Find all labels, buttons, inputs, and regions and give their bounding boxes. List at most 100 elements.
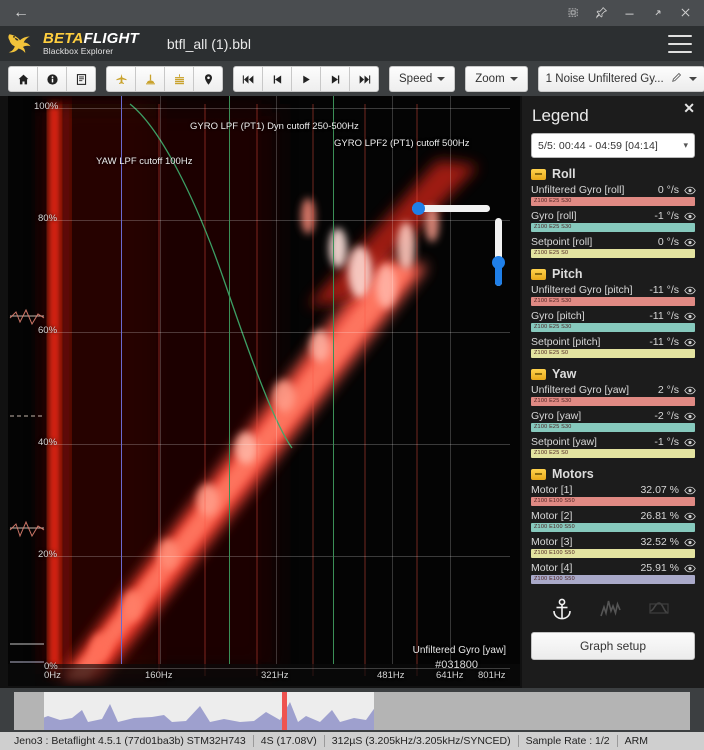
- eye-icon[interactable]: [684, 238, 696, 247]
- play-icon[interactable]: [291, 66, 321, 92]
- legend-series-row[interactable]: Unfiltered Gyro [yaw] 2 °/s Z100 E25 S30: [531, 384, 696, 406]
- legend-group-header[interactable]: Roll: [531, 167, 695, 181]
- pin-icon[interactable]: [594, 6, 608, 21]
- eye-icon[interactable]: [684, 386, 696, 395]
- legend-series-bar[interactable]: Z100 E25 S30: [531, 323, 695, 332]
- legend-series-bar[interactable]: Z100 E25 S0: [531, 249, 695, 258]
- noise-trace-icon[interactable]: [598, 597, 628, 623]
- log-range-dropdown[interactable]: 5/5: 00:44 - 04:59 [04:14] ▾: [531, 133, 695, 158]
- craft-icon[interactable]: [106, 66, 136, 92]
- legend-group-label: Yaw: [552, 367, 577, 381]
- log-icon[interactable]: [66, 66, 96, 92]
- legend-series-bar[interactable]: Z100 E100 S50: [531, 549, 695, 558]
- legend-series-header: Motor [2] 26.81 %: [531, 510, 696, 522]
- slider-knob[interactable]: [412, 202, 425, 215]
- maximize-icon[interactable]: [650, 6, 664, 21]
- eye-icon[interactable]: [684, 486, 696, 495]
- legend-series-label: Gyro [pitch]: [531, 310, 585, 322]
- legend-series-row[interactable]: Gyro [pitch] -11 °/s Z100 E25 S30: [531, 310, 696, 332]
- legend-series-bar[interactable]: Z100 E25 S0: [531, 349, 695, 358]
- back-arrow-icon[interactable]: ←: [10, 5, 32, 21]
- screenshot-icon[interactable]: [566, 6, 580, 21]
- legend-series-row[interactable]: Setpoint [pitch] -11 °/s Z100 E25 S0: [531, 336, 696, 358]
- spectrogram-canvas: [8, 96, 520, 686]
- graph-setup-button[interactable]: Graph setup: [531, 632, 695, 660]
- zoom-dropdown[interactable]: Zoom: [465, 66, 528, 92]
- legend-series-bar[interactable]: Z100 E25 S30: [531, 197, 695, 206]
- eye-icon[interactable]: [684, 186, 696, 195]
- legend-series-value: 0 °/s: [657, 236, 679, 248]
- smooth-trace-icon[interactable]: [647, 597, 677, 623]
- zoom-slider-horizontal[interactable]: [412, 202, 490, 215]
- legend-series-row[interactable]: Setpoint [yaw] -1 °/s Z100 E25 S0: [531, 436, 696, 458]
- legend-series-row[interactable]: Unfiltered Gyro [pitch] -11 °/s Z100 E25 S…: [531, 284, 696, 306]
- seek-start-icon[interactable]: [233, 66, 263, 92]
- brand-subtitle: Blackbox Explorer: [43, 46, 114, 57]
- legend-series-bar[interactable]: Z100 E25 S30: [531, 297, 695, 306]
- pencil-icon[interactable]: [671, 72, 682, 86]
- legend-group-header[interactable]: Yaw: [531, 367, 695, 381]
- legend-series-row[interactable]: Gyro [yaw] -2 °/s Z100 E25 S30: [531, 410, 696, 432]
- legend-series-bar[interactable]: Z100 E25 S30: [531, 397, 695, 406]
- legend-series-row[interactable]: Motor [1] 32.07 % Z100 E100 S50: [531, 484, 696, 506]
- eye-icon[interactable]: [684, 538, 696, 547]
- map-pin-icon[interactable]: [193, 66, 223, 92]
- collapse-toggle-icon[interactable]: [531, 268, 546, 280]
- anchor-icon[interactable]: [549, 597, 579, 623]
- legend-series-bar[interactable]: Z100 E25 S0: [531, 449, 695, 458]
- timeline-seekbar[interactable]: [0, 690, 704, 732]
- graph-preset-dropdown[interactable]: 1 Noise Unfiltered Gy...: [537, 66, 704, 92]
- speed-dropdown[interactable]: Speed: [389, 66, 456, 92]
- seek-playhead[interactable]: [282, 692, 287, 730]
- legend-series-bar[interactable]: Z100 E25 S30: [531, 423, 695, 432]
- bars-icon[interactable]: [164, 66, 194, 92]
- slider-knob[interactable]: [492, 256, 505, 269]
- spectrogram-chart[interactable]: 100% 80% 60% 40% 20% 0% YAW LPF cutoff 1…: [8, 96, 520, 686]
- close-icon[interactable]: ✕: [683, 101, 695, 115]
- legend-series-bar[interactable]: Z100 E100 S50: [531, 575, 695, 584]
- close-icon[interactable]: [678, 6, 692, 21]
- legend-series-row[interactable]: Motor [3] 32.52 % Z100 E100 S50: [531, 536, 696, 558]
- legend-series-header: Setpoint [yaw] -1 °/s: [531, 436, 696, 448]
- gridline-40: [46, 444, 510, 445]
- collapse-toggle-icon[interactable]: [531, 168, 546, 180]
- gridline-481hz: [392, 96, 393, 664]
- gridline-641hz: [450, 96, 451, 664]
- legend-series-bar[interactable]: Z100 E100 S50: [531, 497, 695, 506]
- home-icon[interactable]: [8, 66, 38, 92]
- eye-icon[interactable]: [684, 438, 696, 447]
- zoom-slider-vertical[interactable]: [492, 218, 505, 286]
- eye-icon[interactable]: [684, 564, 696, 573]
- legend-series-bar[interactable]: Z100 E100 S50: [531, 523, 695, 532]
- eye-icon[interactable]: [684, 338, 696, 347]
- legend-series-bar[interactable]: Z100 E25 S30: [531, 223, 695, 232]
- minimize-icon[interactable]: [622, 6, 636, 21]
- eye-icon[interactable]: [684, 412, 696, 421]
- xtick-0hz: 0Hz: [44, 670, 61, 681]
- legend-series-row[interactable]: Gyro [roll] -1 °/s Z100 E25 S30: [531, 210, 696, 232]
- info-icon[interactable]: [37, 66, 67, 92]
- legend-series-row[interactable]: Motor [2] 26.81 % Z100 E100 S50: [531, 510, 696, 532]
- legend-group-header[interactable]: Pitch: [531, 267, 695, 281]
- legend-series-row[interactable]: Unfiltered Gyro [roll] 0 °/s Z100 E25 S30: [531, 184, 696, 206]
- legend-panel: ✕ Legend 5/5: 00:44 - 04:59 [04:14] ▾ Ro…: [522, 96, 704, 688]
- legend-series-row[interactable]: Setpoint [roll] 0 °/s Z100 E25 S0: [531, 236, 696, 258]
- sticks-icon[interactable]: [135, 66, 165, 92]
- status-item: ARM: [624, 735, 648, 747]
- ytick-40: 40%: [38, 437, 58, 448]
- legend-group-header[interactable]: Motors: [531, 467, 695, 481]
- legend-series-label: Gyro [yaw]: [531, 410, 582, 422]
- step-back-icon[interactable]: [262, 66, 292, 92]
- collapse-toggle-icon[interactable]: [531, 368, 546, 380]
- seek-end-icon[interactable]: [349, 66, 379, 92]
- hamburger-menu-icon[interactable]: [668, 34, 692, 53]
- legend-series-row[interactable]: Motor [4] 25.91 % Z100 E100 S50: [531, 562, 696, 584]
- eye-icon[interactable]: [684, 512, 696, 521]
- eye-icon[interactable]: [684, 212, 696, 221]
- collapse-toggle-icon[interactable]: [531, 468, 546, 480]
- eye-icon[interactable]: [684, 286, 696, 295]
- legend-title: Legend: [532, 106, 589, 125]
- step-forward-icon[interactable]: [320, 66, 350, 92]
- eye-icon[interactable]: [684, 312, 696, 321]
- seek-track[interactable]: [14, 692, 690, 730]
